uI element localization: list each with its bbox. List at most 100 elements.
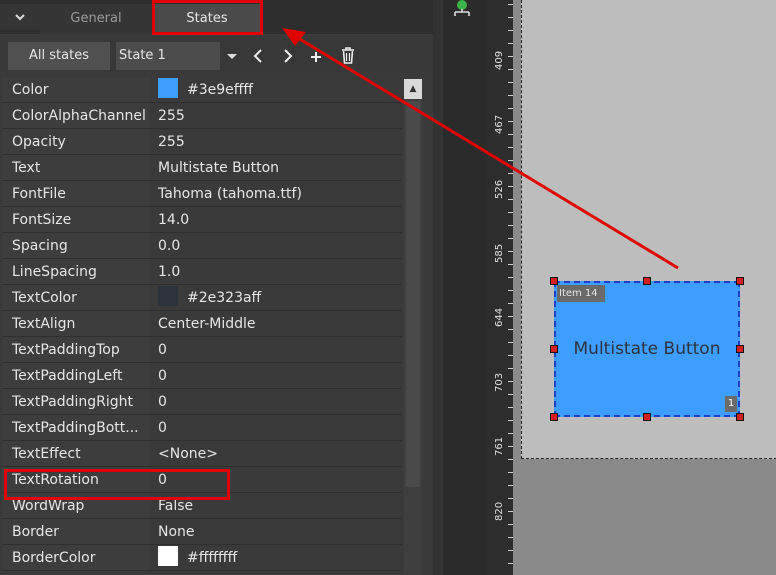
property-row[interactable]: TextAlign Center-Middle [2,311,402,337]
property-row[interactable]: TextColor #2e323aff [2,285,402,311]
property-value-text: 0 [158,368,167,384]
state-count-badge: 1 [725,396,737,412]
property-value[interactable]: 255 [152,103,402,128]
property-name: Border [2,519,150,544]
property-value-text: 14.0 [158,212,190,228]
property-value-text: 0.0 [158,238,181,254]
property-value-text: #3e9effff [187,82,254,98]
canvas-tool-strip [443,0,487,575]
add-state-icon[interactable] [306,43,326,69]
trash-icon[interactable] [338,43,358,69]
property-value[interactable]: <None> [152,441,402,466]
property-value[interactable]: 0.0 [152,233,402,258]
ruler-tick-label: 585 [494,243,505,263]
collapse-button[interactable] [0,4,40,30]
property-value[interactable]: Tahoma (tahoma.ttf) [152,181,402,206]
property-value[interactable]: 0 [152,415,402,440]
property-value[interactable]: 0 [152,389,402,414]
property-row[interactable]: TextPaddingLeft 0 [2,363,402,389]
property-value-text: #ffffffff [187,550,238,566]
dropdown-arrow-icon[interactable] [222,43,242,69]
property-row[interactable]: Spacing 0.0 [2,233,402,259]
resize-handle[interactable] [736,277,744,285]
property-value[interactable]: #3e9effff [152,77,402,102]
property-row[interactable]: Border None [2,519,402,545]
property-name: TextAlign [2,311,150,336]
property-value-text: None [158,524,195,540]
resize-handle[interactable] [736,345,744,353]
item-id-label: Item 14 [557,285,605,302]
property-row[interactable]: TextPaddingTop 0 [2,337,402,363]
property-row[interactable]: TextPaddingBott... 0 [2,415,402,441]
property-name: TextPaddingLeft [2,363,150,388]
tab-general[interactable]: General [40,4,152,34]
resize-handle[interactable] [550,413,558,421]
property-value-text: Tahoma (tahoma.ttf) [158,186,302,202]
property-value-text: <None> [158,446,218,462]
property-name: Text [2,155,150,180]
scroll-up-arrow-icon[interactable]: ▲ [404,79,422,99]
property-value-text: 255 [158,108,185,124]
previous-state-icon[interactable] [248,43,268,69]
scrollbar-thumb[interactable] [406,101,420,487]
property-value[interactable]: #2e323aff [152,285,402,310]
ruler-tick-label: 467 [494,114,505,134]
color-swatch[interactable] [158,78,178,98]
property-row[interactable]: Text Multistate Button [2,155,402,181]
property-value[interactable]: 1.0 [152,259,402,284]
resize-handle[interactable] [736,413,744,421]
resize-handle[interactable] [643,413,651,421]
property-row[interactable]: LineSpacing 1.0 [2,259,402,285]
property-value[interactable]: None [152,519,402,544]
property-row[interactable]: TextPaddingRight 0 [2,389,402,415]
property-value-text: Multistate Button [158,160,280,176]
state-select[interactable]: State 1 [116,42,220,70]
property-name: FontFile [2,181,150,206]
property-value-text: Center-Middle [158,316,256,332]
ruler-tick-label: 409 [494,50,505,70]
vertical-ruler: 409 467 526 585 644 703 761 820 [487,0,514,575]
states-tab-highlight [152,0,263,35]
property-name: FontSize [2,207,150,232]
states-toolbar: All states State 1 [0,38,433,72]
property-value-text: 0 [158,342,167,358]
property-name: ColorAlphaChannel [2,103,150,128]
resize-handle[interactable] [550,345,558,353]
property-value[interactable]: Center-Middle [152,311,402,336]
property-name: Spacing [2,233,150,258]
property-row[interactable]: Color #3e9effff [2,77,402,103]
property-row[interactable]: BorderColor #ffffffff [2,545,402,571]
property-value[interactable]: 0 [152,363,402,388]
color-swatch[interactable] [158,546,178,566]
property-value[interactable]: 255 [152,129,402,154]
property-name: TextPaddingBott... [2,415,150,440]
ruler-tick-label: 526 [494,179,505,199]
color-swatch[interactable] [158,286,178,306]
property-name: TextPaddingRight [2,389,150,414]
property-value[interactable]: 14.0 [152,207,402,232]
property-name: Opacity [2,129,150,154]
property-value-text: #2e323aff [187,290,262,306]
property-value-text: 255 [158,134,185,150]
property-value[interactable]: 0 [152,337,402,362]
property-value[interactable]: #ffffffff [152,545,402,570]
property-row[interactable]: Opacity 255 [2,129,402,155]
property-row[interactable]: ColorAlphaChannel 255 [2,103,402,129]
resize-handle[interactable] [643,277,651,285]
property-name: TextEffect [2,441,150,466]
all-states-button[interactable]: All states [8,42,110,70]
panel-splitter[interactable] [433,0,443,575]
property-value[interactable]: Multistate Button [152,155,402,180]
resize-handle[interactable] [550,277,558,285]
tree-node-icon [454,0,470,16]
property-name: LineSpacing [2,259,150,284]
property-row[interactable]: TextEffect <None> [2,441,402,467]
chevron-down-icon [15,14,25,21]
next-state-icon[interactable] [278,43,298,69]
property-row[interactable]: FontSize 14.0 [2,207,402,233]
property-grid: Color #3e9effff ColorAlphaChannel 255 Opacit… [2,77,402,575]
property-name: BorderColor [2,545,150,570]
property-value-text: 0 [158,420,167,436]
property-row[interactable]: FontFile Tahoma (tahoma.ttf) [2,181,402,207]
property-name: TextColor [2,285,150,310]
